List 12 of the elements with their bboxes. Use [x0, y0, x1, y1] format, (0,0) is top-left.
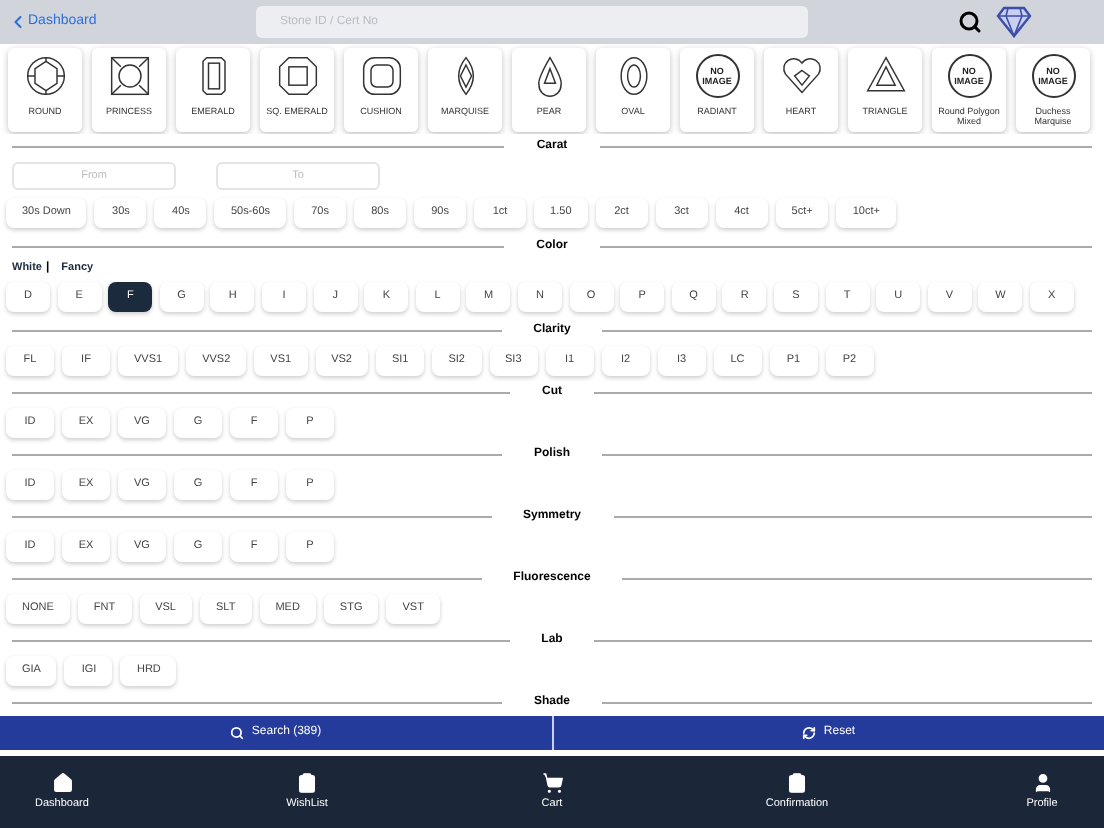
home-icon	[51, 772, 73, 794]
clipboard-icon	[296, 772, 318, 794]
cart-icon	[541, 772, 563, 794]
round-diamond-icon	[23, 54, 67, 98]
square-diamond-icon	[107, 54, 151, 98]
refresh-icon	[801, 726, 816, 740]
diamond-logo-icon[interactable]	[996, 6, 1032, 38]
person-icon	[1031, 772, 1053, 794]
square-emerald-diamond-icon	[275, 54, 319, 98]
heart-diamond-icon	[779, 54, 823, 98]
search-icon[interactable]	[958, 10, 982, 34]
search-icon	[229, 726, 244, 740]
